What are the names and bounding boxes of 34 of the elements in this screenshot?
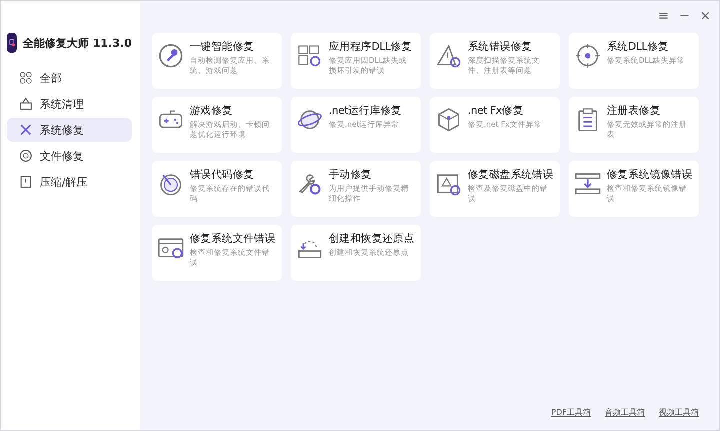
card-title: 游戏修复 [190,104,234,118]
card-title: 错误代码修复 [190,168,256,182]
card-title: 应用程序DLL修复 [329,40,414,54]
close-button[interactable]: × [700,9,711,24]
menu-button[interactable]: ≡ [658,9,670,24]
card-title: 系统DLL修复 [607,40,670,54]
card-title: 创建和恢复还原点 [329,232,415,246]
download-tray-icon [575,171,601,197]
sidebar-item[interactable]: 系统清理 [7,92,132,116]
card-title: 修复系统文件错误 [190,232,276,246]
card-title: .net Fx修复 [468,104,524,118]
card-title: 修复磁盘系统错误 [468,168,554,182]
minimize-button[interactable]: − [679,9,690,24]
card-title: .net运行库修复 [329,104,402,118]
sidebar-item[interactable]: 压缩/解压 [7,170,132,194]
app-title: 全能修复大师 11.3.0 [23,36,132,50]
footer-link[interactable]: 视频工具箱 [659,407,699,418]
wrench-icon [158,43,184,69]
card-title: 一键智能修复 [190,40,256,54]
card-title: 手动修复 [329,168,373,182]
target-icon [575,43,601,69]
footer-link[interactable]: PDF工具箱 [551,407,591,418]
card-title: 注册表修复 [607,104,662,118]
cube-icon [436,107,462,133]
sidebar-item[interactable]: 系统修复 [7,118,132,142]
card-title: 系统错误修复 [468,40,534,54]
sidebar-item[interactable]: 全部 [7,66,132,90]
grid-icon [297,43,323,69]
app-logo-icon [7,33,18,53]
warning-icon [436,43,462,69]
card-title: 修复系统镜像错误 [607,168,693,182]
sidebar-item[interactable]: 文件修复 [7,144,132,168]
grid-icon [19,71,33,85]
footer-link[interactable]: 音频工具箱 [605,407,645,418]
